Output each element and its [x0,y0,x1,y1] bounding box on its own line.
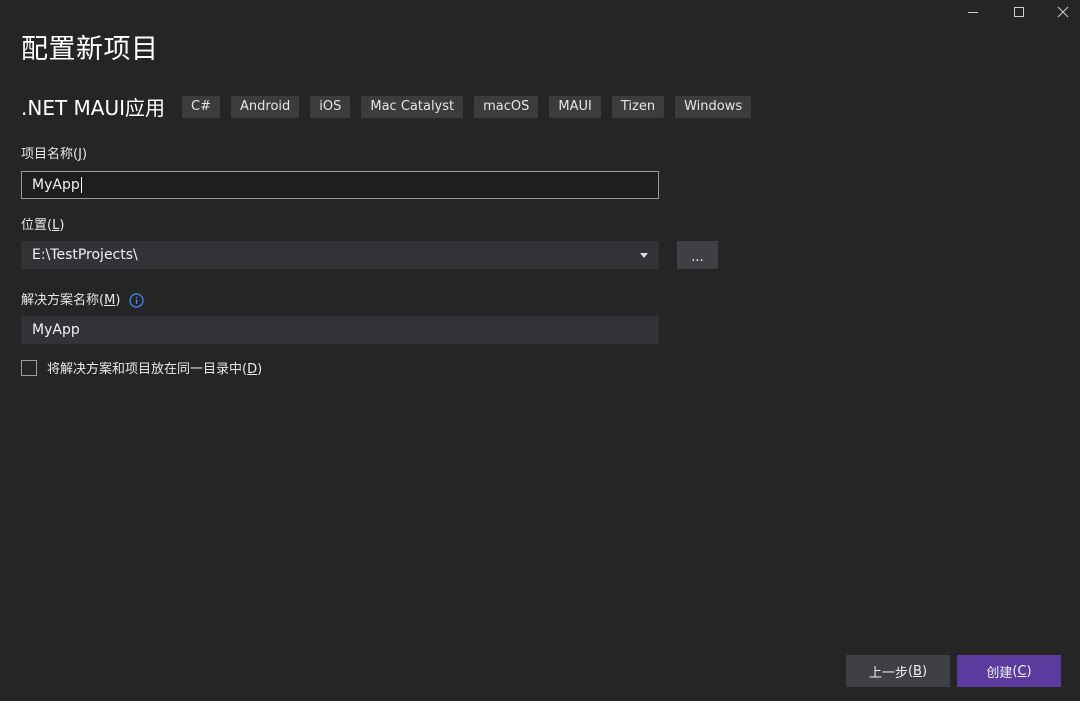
project-name-value: MyApp [32,177,80,193]
create-button-label: 创建 [986,665,1013,681]
info-icon[interactable] [128,293,144,308]
page-title: 配置新项目 [21,34,159,65]
tag: iOS [310,95,351,118]
close-button[interactable] [1040,0,1080,24]
same-directory-label-text: 将解决方案和项目放在同一目录中 [47,362,243,377]
template-tags: C# Android iOS Mac Catalyst macOS MAUI T… [182,95,762,118]
location-value: E:\TestProjects\ [32,247,138,263]
back-mnemonic: B [913,663,922,679]
tag: macOS [474,95,539,118]
maximize-icon [1014,7,1024,17]
project-name-input[interactable]: MyApp [21,171,659,199]
dropdown-arrow-icon [640,252,648,258]
solution-name-value: MyApp [32,322,80,338]
close-icon [1057,6,1069,18]
tag: Mac Catalyst [361,95,464,118]
solution-name-label: 解决方案名称(M) [21,289,144,308]
same-directory-mnemonic: D [247,362,258,377]
location-label-text: 位置 [21,218,48,233]
project-name-label: 项目名称(J) [21,147,88,162]
project-name-mnemonic: J [78,147,82,162]
tag: Android [231,95,300,118]
back-button-label: 上一步 [868,665,908,681]
back-button[interactable]: 上一步(B) [846,655,950,687]
tag: Windows [675,95,752,118]
tag: Tizen [611,95,665,118]
location-select[interactable]: E:\TestProjects\ [21,241,659,269]
project-name-label-text: 项目名称 [21,147,74,162]
same-directory-checkbox[interactable] [21,359,37,376]
solution-name-label-text: 解决方案名称 [21,293,100,308]
minimize-button[interactable] [950,0,996,24]
same-directory-label: 将解决方案和项目放在同一目录中(D) [47,362,263,377]
browse-button[interactable]: ... [677,241,718,269]
template-header: .NET MAUI应用 C# Android iOS Mac Catalyst … [21,92,762,121]
text-caret [80,177,82,193]
solution-name-mnemonic: M [104,293,116,308]
maximize-button[interactable] [996,0,1042,24]
tag: C# [182,95,220,118]
minimize-icon [968,12,978,13]
create-button[interactable]: 创建(C) [957,655,1061,687]
solution-name-input[interactable]: MyApp [21,316,659,344]
template-name: .NET MAUI应用 [21,96,166,120]
create-mnemonic: C [1017,663,1027,679]
same-directory-option[interactable]: 将解决方案和项目放在同一目录中(D) [21,358,262,377]
location-mnemonic: L [52,218,60,233]
tag: MAUI [549,95,601,118]
location-label: 位置(L) [21,218,65,233]
